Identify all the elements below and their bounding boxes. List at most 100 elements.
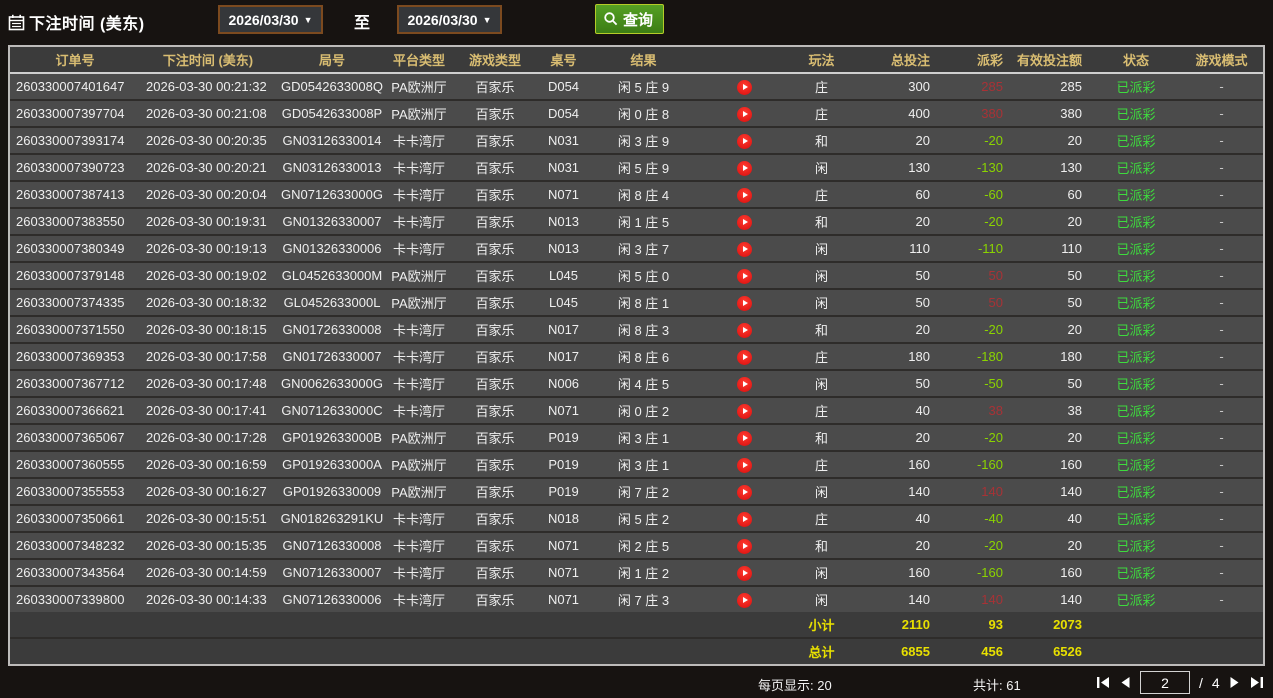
total-bet: 20 xyxy=(855,316,940,343)
date-from-select[interactable]: 2026/03/30 ▼ xyxy=(218,5,323,34)
order-id: 260330007371550 xyxy=(10,316,140,343)
total-count-info: 共计: 61 xyxy=(973,675,1021,694)
round-id: GL0452633000M xyxy=(276,262,388,289)
play-video-icon[interactable] xyxy=(737,404,752,419)
game-mode: - xyxy=(1180,532,1263,559)
col-header-status: 状态 xyxy=(1092,47,1180,73)
status-badge: 已派彩 xyxy=(1092,370,1180,397)
table-row: 260330007390723 2026-03-30 00:20:21 GN03… xyxy=(10,154,1263,181)
valid-bet: 130 xyxy=(1013,154,1092,181)
game-mode: - xyxy=(1180,316,1263,343)
valid-bet: 160 xyxy=(1013,559,1092,586)
game-mode: - xyxy=(1180,505,1263,532)
play-video-icon[interactable] xyxy=(737,485,752,500)
play-video-icon[interactable] xyxy=(737,161,752,176)
table-number: N017 xyxy=(540,316,587,343)
status-badge: 已派彩 xyxy=(1092,316,1180,343)
bet-type: 闲 xyxy=(788,478,855,505)
status-badge: 已派彩 xyxy=(1092,127,1180,154)
play-video-icon[interactable] xyxy=(737,80,752,95)
subtotal-payout: 93 xyxy=(940,612,1013,638)
play-video-icon[interactable] xyxy=(737,323,752,338)
play-video-icon[interactable] xyxy=(737,377,752,392)
status-badge: 已派彩 xyxy=(1092,343,1180,370)
last-page-button[interactable] xyxy=(1249,676,1264,689)
valid-bet: 140 xyxy=(1013,478,1092,505)
result: 闲 0 庄 8 xyxy=(587,100,700,127)
platform-type: 卡卡湾厅 xyxy=(388,397,450,424)
status-badge: 已派彩 xyxy=(1092,262,1180,289)
order-id: 260330007350661 xyxy=(10,505,140,532)
play-video-icon[interactable] xyxy=(737,188,752,203)
bet-type: 闲 xyxy=(788,262,855,289)
status-badge: 已派彩 xyxy=(1092,532,1180,559)
round-id: GD0542633008P xyxy=(276,100,388,127)
order-id: 260330007401647 xyxy=(10,73,140,100)
play-video-icon[interactable] xyxy=(737,593,752,608)
subtotal-label: 小计 xyxy=(788,612,855,638)
game-mode: - xyxy=(1180,343,1263,370)
valid-bet: 285 xyxy=(1013,73,1092,100)
prev-page-button[interactable] xyxy=(1120,676,1131,689)
grand-total-total-bet: 6855 xyxy=(855,638,940,664)
col-header-result: 结果 xyxy=(587,47,700,73)
table-number: D054 xyxy=(540,73,587,100)
play-video-icon[interactable] xyxy=(737,269,752,284)
platform-type: 卡卡湾厅 xyxy=(388,154,450,181)
platform-type: 卡卡湾厅 xyxy=(388,181,450,208)
play-video-icon[interactable] xyxy=(737,242,752,257)
total-bet: 20 xyxy=(855,424,940,451)
platform-type: 卡卡湾厅 xyxy=(388,532,450,559)
game-type: 百家乐 xyxy=(450,586,540,612)
order-id: 260330007397704 xyxy=(10,100,140,127)
round-id: GN0712633000G xyxy=(276,181,388,208)
order-id: 260330007343564 xyxy=(10,559,140,586)
page-number-input[interactable] xyxy=(1140,671,1190,694)
play-video-icon[interactable] xyxy=(737,458,752,473)
bet-time: 2026-03-30 00:17:41 xyxy=(140,397,276,424)
table-number: P019 xyxy=(540,424,587,451)
page-title: 下注时间 (美东) xyxy=(29,10,145,34)
table-row: 260330007383550 2026-03-30 00:19:31 GN01… xyxy=(10,208,1263,235)
play-video-icon[interactable] xyxy=(737,215,752,230)
bet-time: 2026-03-30 00:20:21 xyxy=(140,154,276,181)
table-row: 260330007393174 2026-03-30 00:20:35 GN03… xyxy=(10,127,1263,154)
game-mode: - xyxy=(1180,154,1263,181)
table-row: 260330007365067 2026-03-30 00:17:28 GP01… xyxy=(10,424,1263,451)
date-to-select[interactable]: 2026/03/30 ▼ xyxy=(397,5,502,34)
pager: / 4 xyxy=(1096,671,1264,694)
play-video-icon[interactable] xyxy=(737,296,752,311)
valid-bet: 140 xyxy=(1013,586,1092,612)
play-video-icon[interactable] xyxy=(737,350,752,365)
round-id: GN01726330008 xyxy=(276,316,388,343)
round-id: GN0712633000C xyxy=(276,397,388,424)
play-video-icon[interactable] xyxy=(737,134,752,149)
play-video-icon[interactable] xyxy=(737,512,752,527)
next-page-button[interactable] xyxy=(1229,676,1240,689)
payout: -40 xyxy=(940,505,1013,532)
game-mode: - xyxy=(1180,289,1263,316)
payout: -20 xyxy=(940,127,1013,154)
game-type: 百家乐 xyxy=(450,478,540,505)
play-video-icon[interactable] xyxy=(737,539,752,554)
game-mode: - xyxy=(1180,478,1263,505)
result: 闲 7 庄 3 xyxy=(587,586,700,612)
play-video-icon[interactable] xyxy=(737,566,752,581)
platform-type: PA欧洲厅 xyxy=(388,73,450,100)
replay-cell xyxy=(700,100,788,127)
grand-total-payout: 456 xyxy=(940,638,1013,664)
bet-time: 2026-03-30 00:21:32 xyxy=(140,73,276,100)
payout: -180 xyxy=(940,343,1013,370)
bet-time: 2026-03-30 00:20:04 xyxy=(140,181,276,208)
play-video-icon[interactable] xyxy=(737,107,752,122)
table-row: 260330007374335 2026-03-30 00:18:32 GL04… xyxy=(10,289,1263,316)
search-button[interactable]: 查询 xyxy=(595,4,664,34)
valid-bet: 60 xyxy=(1013,181,1092,208)
valid-bet: 50 xyxy=(1013,289,1092,316)
first-page-button[interactable] xyxy=(1096,676,1111,689)
result: 闲 5 庄 0 xyxy=(587,262,700,289)
grand-total-valid-bet: 6526 xyxy=(1013,638,1092,664)
play-video-icon[interactable] xyxy=(737,431,752,446)
game-type: 百家乐 xyxy=(450,370,540,397)
game-type: 百家乐 xyxy=(450,343,540,370)
